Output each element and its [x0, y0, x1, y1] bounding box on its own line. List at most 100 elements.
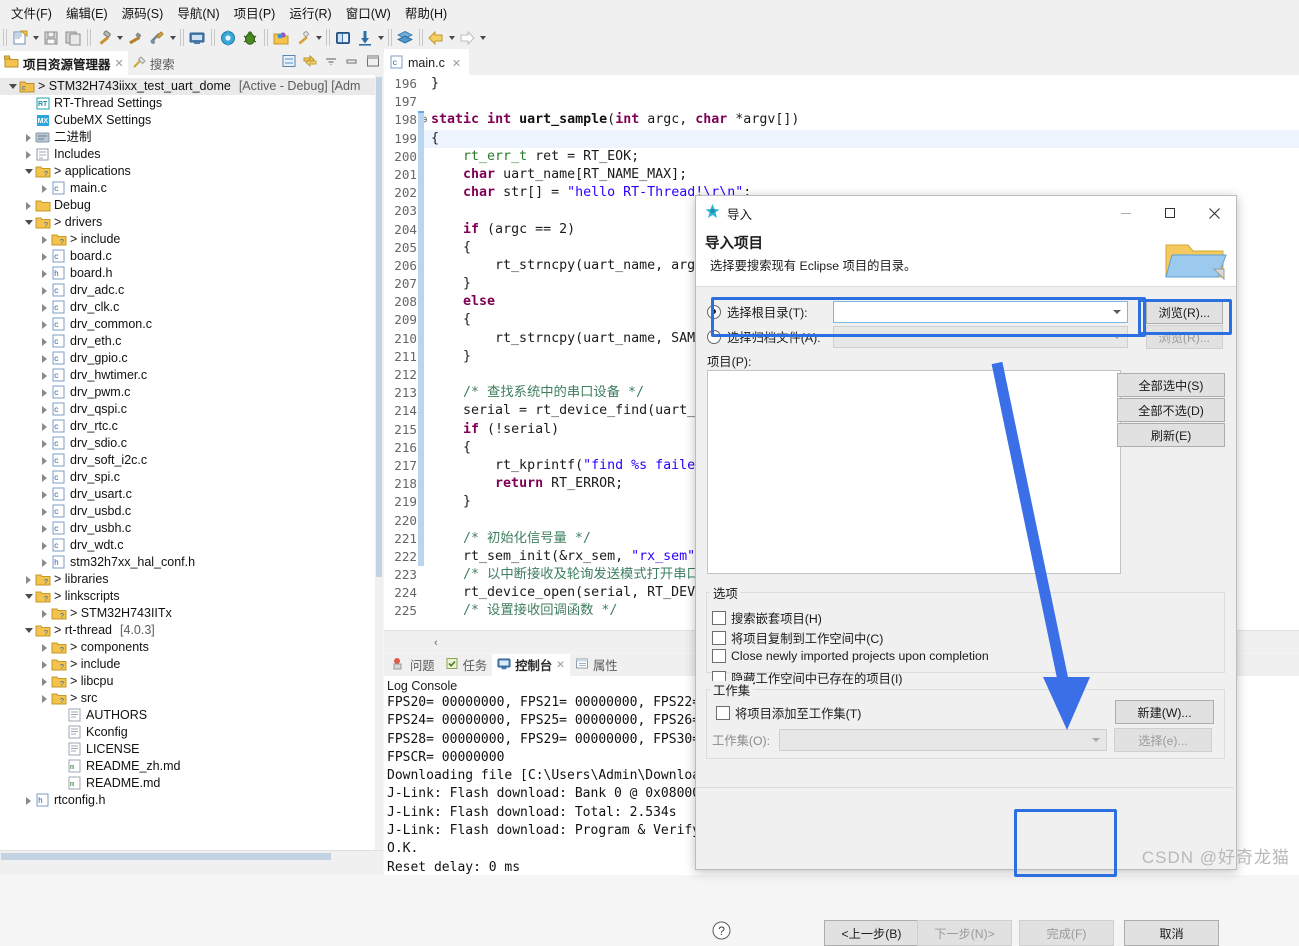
tree-item[interactable]: h stm32h7xx_hal_conf.h — [0, 554, 375, 571]
menu-item-navigate[interactable]: 导航(N) — [170, 0, 226, 25]
tree-item[interactable]: RT RT-Thread Settings — [0, 95, 375, 112]
tab-project-explorer-close-icon[interactable]: ✕ — [115, 57, 124, 70]
root-directory-radio[interactable] — [707, 305, 721, 319]
add-to-workingset-row[interactable]: 将项目添加至工作集(T) — [716, 704, 861, 722]
close-newly-imported-checkbox[interactable] — [712, 649, 726, 663]
collapse-all-icon[interactable] — [281, 53, 297, 69]
tab-project-explorer[interactable]: 项目资源管理器 ✕ — [0, 51, 128, 75]
tree-item[interactable]: h board.h — [0, 265, 375, 282]
option-close-newly-imported[interactable]: Close newly imported projects upon compl… — [712, 649, 989, 663]
link-with-editor-icon[interactable] — [302, 53, 318, 69]
search-nested-checkbox[interactable] — [712, 611, 726, 625]
refresh-button[interactable]: 刷新(E) — [1117, 423, 1225, 447]
twisty-expanded-icon[interactable] — [22, 628, 35, 633]
tree-item[interactable]: c drv_gpio.c — [0, 350, 375, 367]
twisty-collapsed-icon[interactable] — [38, 678, 51, 686]
tree-item[interactable]: c drv_soft_i2c.c — [0, 452, 375, 469]
copy-into-workspace-checkbox[interactable] — [712, 631, 726, 645]
back-dropdown-icon[interactable] — [447, 28, 456, 48]
save-icon[interactable] — [41, 28, 61, 48]
tree-item[interactable]: Kconfig — [0, 724, 375, 741]
tree-item[interactable]: ? > include — [0, 231, 375, 248]
twisty-collapsed-icon[interactable] — [38, 389, 51, 397]
tree-item[interactable]: m README.md — [0, 775, 375, 792]
build-hammer-icon[interactable] — [94, 28, 114, 48]
twisty-collapsed-icon[interactable] — [38, 610, 51, 618]
tab-main-c-close-icon[interactable]: ✕ — [452, 57, 461, 70]
new-icon[interactable] — [10, 28, 30, 48]
tab-main-c[interactable]: c main.c ✕ — [384, 49, 470, 75]
tree-item[interactable]: c main.c — [0, 180, 375, 197]
build-dropdown-icon[interactable] — [115, 28, 124, 48]
archive-file-radio[interactable] — [707, 330, 721, 344]
tree-item[interactable]: m README_zh.md — [0, 758, 375, 775]
tree-item[interactable]: c drv_usart.c — [0, 486, 375, 503]
tree-vertical-scrollbar[interactable] — [375, 75, 383, 851]
twisty-collapsed-icon[interactable] — [38, 304, 51, 312]
console-window-icon[interactable] — [187, 28, 207, 48]
twisty-collapsed-icon[interactable] — [38, 355, 51, 363]
tab-console-close-icon[interactable]: ✕ — [556, 659, 565, 671]
twisty-collapsed-icon[interactable] — [22, 797, 35, 805]
menu-item-project[interactable]: 项目(P) — [227, 0, 283, 25]
twisty-expanded-icon[interactable] — [22, 169, 35, 174]
tab-console[interactable]: 控制台 ✕ — [492, 654, 570, 676]
toolbar-grip-7[interactable] — [388, 29, 392, 46]
forward-dropdown-icon[interactable] — [478, 28, 487, 48]
dialog-maximize-button[interactable] — [1148, 196, 1192, 230]
tree-item[interactable]: c drv_pwm.c — [0, 384, 375, 401]
menu-item-source[interactable]: 源码(S) — [115, 0, 171, 25]
twisty-expanded-icon[interactable] — [6, 84, 19, 89]
twisty-collapsed-icon[interactable] — [38, 661, 51, 669]
select-all-button[interactable]: 全部选中(S) — [1117, 373, 1225, 397]
twisty-collapsed-icon[interactable] — [22, 576, 35, 584]
tree-item[interactable]: c drv_usbd.c — [0, 503, 375, 520]
tree-item[interactable]: c drv_spi.c — [0, 469, 375, 486]
tree-item[interactable]: c drv_common.c — [0, 316, 375, 333]
tree-item[interactable]: ? > drivers — [0, 214, 375, 231]
project-tree[interactable]: c > STM32H743iixx_test_uart_dome [Active -… — [0, 75, 375, 851]
code-line[interactable]: 198 ⊖ static int uart_sample(int argc, cha… — [384, 111, 1299, 130]
twisty-collapsed-icon[interactable] — [38, 525, 51, 533]
twisty-collapsed-icon[interactable] — [38, 542, 51, 550]
tree-item[interactable]: MX CubeMX Settings — [0, 112, 375, 129]
new-workingset-button[interactable]: 新建(W)... — [1115, 700, 1214, 724]
save-all-icon[interactable] — [63, 28, 83, 48]
back-icon[interactable] — [426, 28, 446, 48]
tree-item[interactable]: c board.c — [0, 248, 375, 265]
twisty-collapsed-icon[interactable] — [38, 321, 51, 329]
twisty-collapsed-icon[interactable] — [22, 151, 35, 159]
twisty-collapsed-icon[interactable] — [38, 644, 51, 652]
toolbar-grip-2[interactable] — [87, 29, 91, 46]
root-directory-chevron-down-icon[interactable] — [1108, 303, 1127, 321]
tree-item[interactable]: c drv_adc.c — [0, 282, 375, 299]
code-line[interactable]: 200 rt_err_t ret = RT_EOK; — [384, 147, 1299, 166]
code-line[interactable]: 201 char uart_name[RT_NAME_MAX]; — [384, 165, 1299, 185]
tree-item[interactable]: Debug — [0, 197, 375, 214]
menu-item-help[interactable]: 帮助(H) — [398, 0, 454, 25]
tree-item[interactable]: ? > applications — [0, 163, 375, 180]
code-line[interactable]: 197 — [384, 93, 1299, 112]
tree-item[interactable]: c drv_hwtimer.c — [0, 367, 375, 384]
tree-item[interactable]: ? > libcpu — [0, 673, 375, 690]
tree-item[interactable]: c drv_eth.c — [0, 333, 375, 350]
debug-icon[interactable] — [240, 28, 260, 48]
skip-dropdown-icon[interactable] — [314, 28, 323, 48]
build-last-icon[interactable] — [125, 28, 145, 48]
editor-scroll-left-mark[interactable]: ‹ — [434, 637, 438, 649]
menu-item-edit[interactable]: 编辑(E) — [59, 0, 115, 25]
menu-item-window[interactable]: 窗口(W) — [339, 0, 398, 25]
tree-item[interactable]: c drv_wdt.c — [0, 537, 375, 554]
forward-icon[interactable] — [457, 28, 477, 48]
twisty-collapsed-icon[interactable] — [38, 287, 51, 295]
twisty-collapsed-icon[interactable] — [38, 338, 51, 346]
twisty-collapsed-icon[interactable] — [38, 457, 51, 465]
run-icon[interactable] — [218, 28, 238, 48]
tree-item[interactable]: ? > STM32H743IITx — [0, 605, 375, 622]
twisty-collapsed-icon[interactable] — [22, 202, 35, 210]
twisty-collapsed-icon[interactable] — [38, 236, 51, 244]
open-resource-icon[interactable] — [271, 28, 291, 48]
tree-item[interactable]: c drv_rtc.c — [0, 418, 375, 435]
twisty-collapsed-icon[interactable] — [38, 559, 51, 567]
tree-item[interactable]: ? > components — [0, 639, 375, 656]
